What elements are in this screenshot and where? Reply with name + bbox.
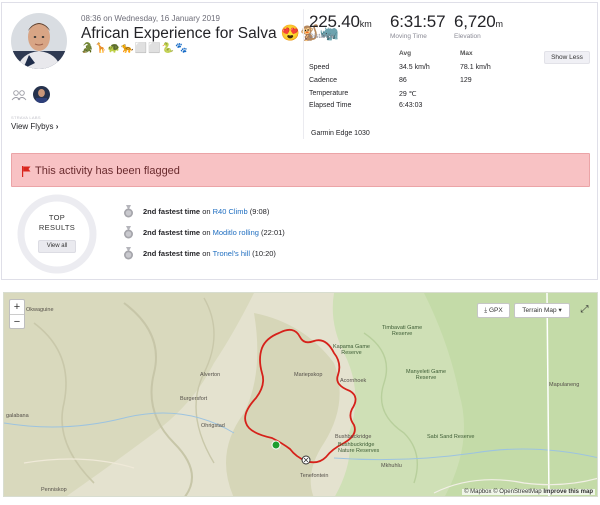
- map-label-acornhoek: Acornhoek: [340, 378, 367, 384]
- top-results-title: TOP RESULTS: [16, 213, 98, 233]
- athlete-avatar[interactable]: [11, 13, 67, 69]
- map-label-burgersfort: Burgersfort: [180, 396, 208, 402]
- segment-link[interactable]: Moditlo rolling: [213, 228, 259, 237]
- achievement-item: 2nd fastest time on Tronel's hill (10:20…: [123, 247, 276, 260]
- map-label-penniskop: Penniskop: [41, 487, 67, 493]
- elevation-label: Elevation: [454, 33, 481, 40]
- map-label-bushbuckridge: Bushbuckridge: [335, 434, 372, 440]
- achievement-on: on: [202, 228, 211, 237]
- segment-link[interactable]: Tronel's hill: [213, 249, 250, 258]
- download-icon: ⤓: [484, 307, 488, 314]
- map-label-okwaguine: Okwaguine: [26, 307, 54, 313]
- map-label-timbavati: Timbavati Game Reserve: [382, 325, 423, 337]
- flagged-banner: This activity has been flagged: [11, 153, 590, 187]
- view-all-button[interactable]: View all: [38, 240, 76, 253]
- device-name: Garmin Edge 1030: [311, 130, 370, 137]
- activity-date: 08:36 on Wednesday, 16 January 2019: [81, 14, 220, 23]
- top-results-line1: TOP: [48, 213, 66, 222]
- medal-icon: [124, 226, 133, 239]
- gpx-label: GPX: [488, 307, 503, 314]
- top-results-line2: RESULTS: [38, 223, 76, 232]
- group-athlete-avatar[interactable]: [33, 86, 50, 103]
- flagged-message: This activity has been flagged: [35, 165, 180, 177]
- column-divider: [303, 9, 304, 139]
- map-label-bushbuckridge-reserves: Bushbuckridge Nature Reserves: [338, 442, 380, 454]
- distance-unit: km: [359, 19, 372, 29]
- gpx-download-button[interactable]: ⤓ GPX: [477, 303, 510, 318]
- achievement-time: (22:01): [261, 228, 285, 237]
- top-results-ring: [17, 194, 97, 274]
- achievement-item: 2nd fastest time on Moditlo rolling (22:…: [123, 226, 285, 239]
- avg-column-header: Avg: [399, 50, 412, 57]
- distance-value: 225.40: [309, 12, 360, 31]
- caret-down-icon: ▾: [558, 307, 562, 314]
- detail-row-label: Speed: [309, 64, 330, 71]
- map-label-alverton: Alverton: [200, 372, 221, 378]
- improve-map-link[interactable]: Improve this map: [543, 489, 593, 495]
- medal-icon: [124, 205, 133, 218]
- view-flybys-link[interactable]: View Flybys ›: [11, 122, 58, 131]
- strava-labs-caption: STRAVA LABS: [11, 115, 41, 120]
- achievement-rank: 2nd fastest time: [143, 249, 201, 258]
- stat-elevation: 6,720m Elevation: [454, 12, 503, 40]
- zoom-control: + −: [9, 299, 25, 329]
- achievement-on: on: [202, 249, 211, 258]
- moving-time-label: Moving Time: [390, 33, 427, 40]
- map-label-mapulaneng: Mapulaneng: [549, 382, 580, 388]
- group-athletes-icon: [11, 90, 27, 101]
- elevation-value: 6,720: [454, 12, 496, 31]
- terrain-background: [4, 293, 597, 496]
- view-flybys-label: View Flybys: [11, 122, 54, 131]
- detail-row-avg: 34.5 km/h: [399, 64, 430, 71]
- achievement-time: (9:08): [249, 207, 270, 216]
- achievement-rank: 2nd fastest time: [143, 228, 201, 237]
- achievement-time: (10:20): [252, 249, 276, 258]
- activity-title: African Experience for Salva 😍🐒🦏: [81, 25, 339, 42]
- map-label-mariepskop: Mariepskop: [294, 372, 323, 378]
- stat-distance: 225.40km Distance: [309, 12, 372, 40]
- map-label-sabi-sand: Sabi Sand Reserve: [427, 434, 475, 440]
- moving-time-value: 6:31:57: [390, 12, 446, 31]
- detail-row-max: 129: [460, 77, 472, 84]
- medal-icon: [124, 247, 133, 260]
- map-type-label: Terrain Map: [522, 307, 557, 314]
- chevron-right-icon: ›: [55, 122, 59, 131]
- elevation-unit: m: [495, 19, 504, 29]
- detail-row-label: Cadence: [309, 77, 338, 84]
- map-label-kapama: Kapama Game Reserve: [333, 344, 370, 356]
- map-type-dropdown[interactable]: Terrain Map ▾: [514, 303, 570, 318]
- show-less-button[interactable]: Show Less: [544, 51, 590, 64]
- detail-row-label: Temperature: [309, 90, 349, 97]
- map-label-tenefontein: Tenefontein: [300, 473, 329, 479]
- detail-row-max: 78.1 km/h: [460, 64, 491, 71]
- attribution-osm-link[interactable]: © OpenStreetMap: [493, 489, 541, 495]
- route-map[interactable]: + − ⤓ GPX Terrain Map ▾ ⤢ Okwaguine Alve…: [3, 292, 598, 497]
- achievement-rank: 2nd fastest time: [143, 207, 201, 216]
- activity-emoji-row: 🐊🦒🐢🐆⬜⬜🐍🐾: [81, 43, 189, 54]
- activity-card: 08:36 on Wednesday, 16 January 2019 Afri…: [1, 2, 598, 280]
- zoom-out-button[interactable]: −: [10, 314, 24, 328]
- segment-link[interactable]: R40 Climb: [213, 207, 248, 216]
- map-attribution: © Mapbox © OpenStreetMap Improve this ma…: [462, 489, 595, 495]
- max-column-header: Max: [460, 50, 473, 57]
- stat-moving-time: 6:31:57 Moving Time: [390, 12, 446, 40]
- achievement-item: 2nd fastest time on R40 Climb (9:08): [123, 205, 269, 218]
- map-label-galabana: galabana: [6, 413, 29, 419]
- detail-row-avg: 6:43:03: [399, 102, 423, 109]
- expand-map-icon[interactable]: ⤢: [577, 303, 592, 318]
- attribution-mapbox-link[interactable]: © Mapbox: [464, 489, 491, 495]
- distance-label: Distance: [309, 33, 335, 40]
- detail-row-avg: 86: [399, 77, 407, 84]
- detail-row-avg: 29 ℃: [399, 91, 417, 98]
- detail-row-label: Elapsed Time: [309, 102, 352, 109]
- achievement-on: on: [202, 207, 211, 216]
- zoom-in-button[interactable]: +: [10, 300, 24, 314]
- map-label-manyeleti: Manyeleti Game Reserve: [406, 369, 447, 381]
- map-label-ohrigstad: Ohrigstad: [201, 423, 225, 429]
- flag-icon: [22, 166, 31, 177]
- map-label-mkhuhlu: Mkhuhlu: [381, 463, 402, 469]
